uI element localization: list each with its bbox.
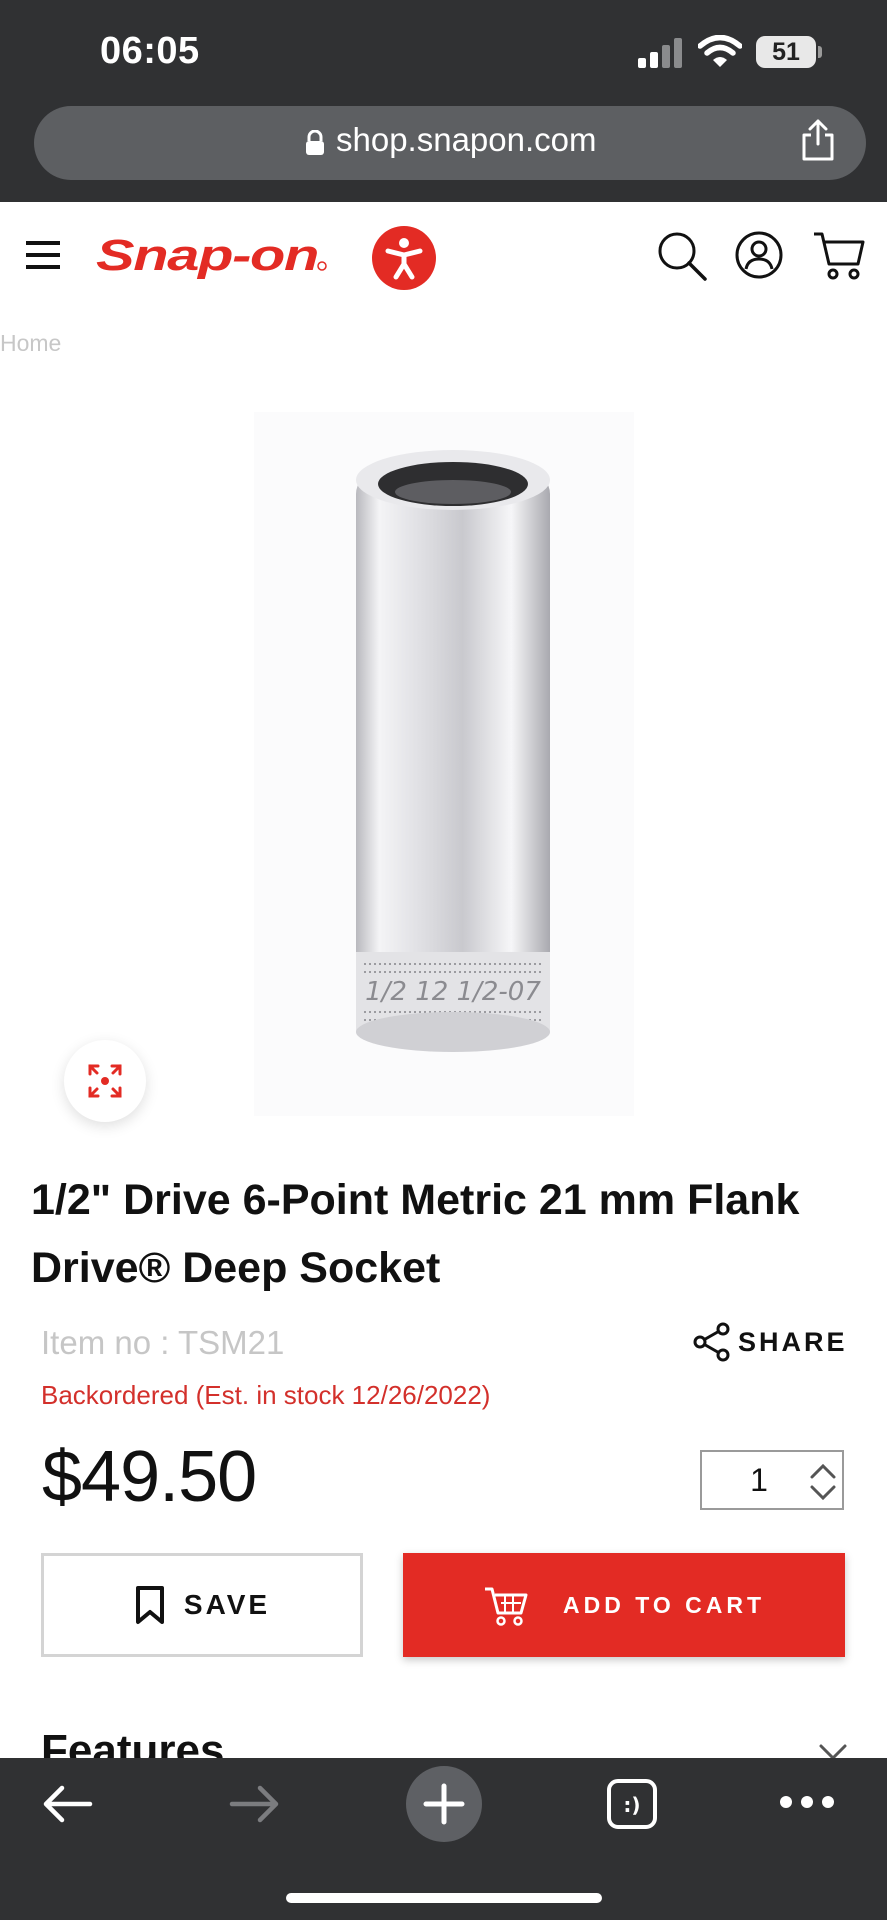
- tabs-icon[interactable]: :): [606, 1778, 658, 1830]
- battery-indicator: 51: [756, 36, 816, 68]
- svg-text:1/2 12 1/2-07: 1/2 12 1/2-07: [365, 977, 541, 1007]
- back-arrow-icon[interactable]: [40, 1780, 96, 1828]
- quantity-stepper[interactable]: 1: [700, 1450, 844, 1510]
- stock-status: Backordered (Est. in stock 12/26/2022): [41, 1380, 491, 1410]
- url-text[interactable]: shop.snapon.com: [336, 121, 597, 159]
- item-number: Item no : TSM21: [41, 1324, 285, 1361]
- save-label: SAVE: [183, 1589, 271, 1620]
- wifi-icon: [698, 35, 742, 67]
- svg-text:Snap-on: Snap-on: [96, 231, 318, 280]
- product-image[interactable]: 1/2 12 1/2-07: [254, 412, 634, 1116]
- snap-on-logo[interactable]: Snap-on: [94, 226, 330, 286]
- svg-text::): :): [623, 1793, 640, 1817]
- bookmark-icon: [135, 1586, 164, 1624]
- cart-icon[interactable]: [812, 228, 866, 282]
- search-icon[interactable]: [656, 230, 708, 282]
- share-button[interactable]: SHARE: [692, 1320, 848, 1364]
- breadcrumb-home[interactable]: Home: [0, 330, 61, 357]
- quantity-value[interactable]: 1: [742, 1462, 776, 1499]
- account-icon[interactable]: [734, 230, 784, 280]
- share-icon: [693, 1322, 730, 1362]
- cart-icon: [484, 1587, 528, 1626]
- stepper-arrows-icon[interactable]: [808, 1460, 838, 1504]
- status-time: 06:05: [100, 30, 200, 72]
- lock-icon: [306, 130, 324, 155]
- plus-icon: [423, 1783, 465, 1825]
- cellular-signal-icon: [638, 38, 682, 68]
- new-tab-button[interactable]: [406, 1766, 482, 1842]
- add-to-cart-label: ADD TO CART: [562, 1591, 765, 1618]
- add-to-cart-button[interactable]: ADD TO CART: [403, 1553, 845, 1657]
- share-label: SHARE: [738, 1326, 848, 1357]
- product-price: $49.50: [42, 1437, 257, 1517]
- battery-tip: [818, 46, 822, 58]
- home-indicator: [286, 1893, 602, 1903]
- expand-icon: [88, 1064, 122, 1098]
- accessibility-icon[interactable]: [372, 226, 436, 290]
- more-icon[interactable]: [778, 1792, 836, 1812]
- menu-icon[interactable]: [26, 240, 60, 270]
- browser-share-icon[interactable]: [800, 118, 836, 162]
- product-title: 1/2" Drive 6-Point Metric 21 mm Flank Dr…: [31, 1176, 800, 1292]
- forward-arrow-icon[interactable]: [226, 1780, 282, 1828]
- zoom-image-button[interactable]: [64, 1040, 146, 1122]
- save-button[interactable]: SAVE: [41, 1553, 363, 1657]
